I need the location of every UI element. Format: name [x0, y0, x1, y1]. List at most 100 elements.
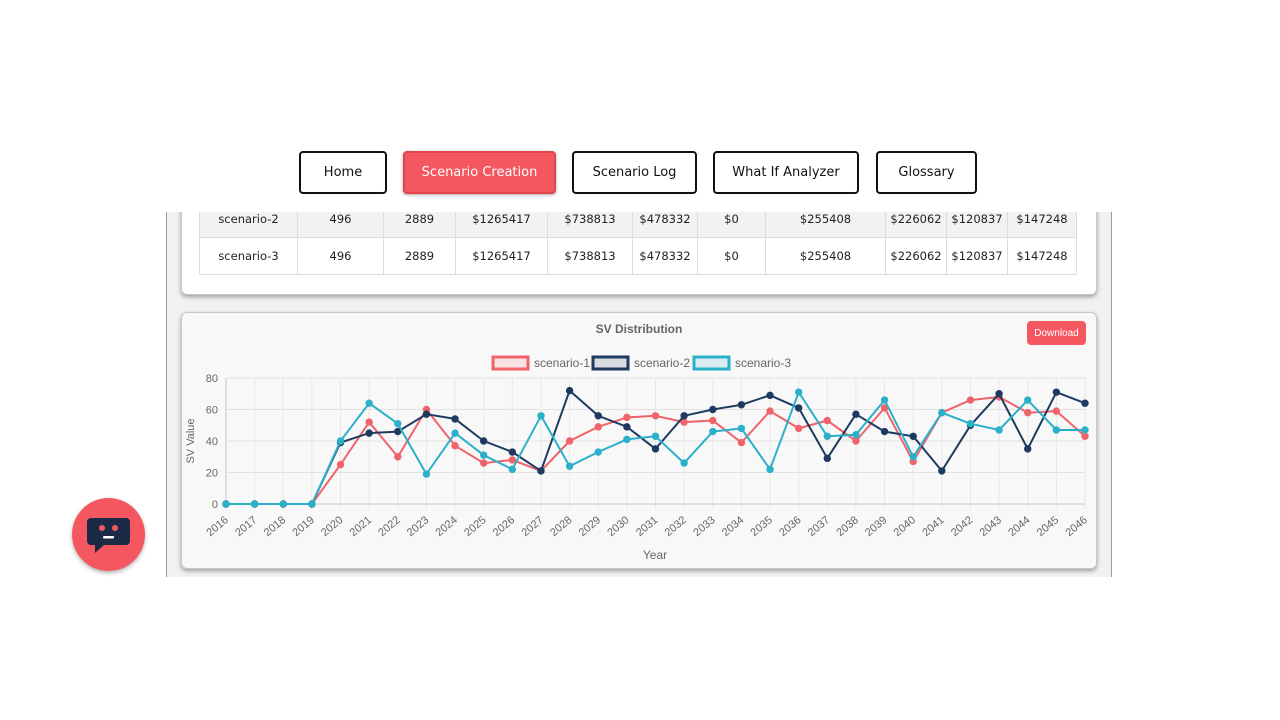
x-tick-label: 2035	[748, 514, 774, 539]
legend-label: scenario-1	[534, 356, 590, 370]
table-cell: 2889	[383, 237, 456, 275]
data-point	[250, 500, 259, 508]
data-point	[480, 437, 488, 445]
data-point	[709, 416, 717, 425]
table-cell: 2889	[383, 212, 456, 238]
data-point	[938, 467, 946, 475]
x-tick-label: 2034	[720, 514, 746, 539]
data-point	[1024, 445, 1032, 453]
data-point	[623, 423, 631, 431]
x-tick-label: 2026	[491, 514, 517, 539]
data-point	[680, 459, 688, 467]
chart-title: SV Distribution	[596, 322, 683, 336]
nav-scenario-log-button[interactable]: Scenario Log	[572, 151, 697, 194]
nav-home-button[interactable]: Home	[299, 151, 387, 194]
x-axis-title: Year	[643, 548, 667, 562]
y-tick-label: 20	[206, 468, 218, 480]
data-point	[537, 412, 545, 420]
x-tick-label: 2044	[1006, 514, 1032, 539]
nav-glossary-button[interactable]: Glossary	[876, 151, 977, 194]
data-point	[852, 410, 860, 418]
data-point	[594, 448, 602, 456]
x-tick-label: 2033	[691, 514, 717, 539]
data-point	[1024, 396, 1032, 404]
x-tick-label: 2039	[863, 514, 889, 539]
table-cell: $120837	[946, 212, 1008, 238]
table-cell: $226062	[885, 212, 947, 238]
data-point	[709, 427, 717, 436]
x-tick-label: 2043	[978, 514, 1004, 539]
data-point	[394, 419, 402, 428]
table-cell: $1265417	[455, 237, 548, 275]
chat-bubble-icon	[87, 518, 130, 553]
data-point	[880, 396, 889, 404]
data-point	[222, 500, 230, 508]
data-point	[451, 442, 459, 450]
table-cell: 496	[297, 237, 384, 275]
table-cell: $478332	[632, 212, 698, 238]
data-point	[966, 396, 975, 404]
data-point	[594, 412, 602, 420]
data-point	[794, 424, 803, 433]
table-cell: $255408	[765, 212, 886, 238]
data-point	[508, 465, 517, 474]
data-point	[279, 500, 287, 508]
data-point	[1081, 432, 1089, 440]
x-tick-label: 2022	[376, 514, 402, 539]
data-point	[651, 432, 660, 440]
content-viewport[interactable]: scenario-2 496 2889 $1265417 $738813 $478332 $…	[166, 212, 1112, 577]
legend-label: scenario-2	[634, 356, 690, 370]
data-point	[623, 435, 631, 444]
data-point	[1081, 399, 1089, 407]
data-point	[537, 467, 545, 475]
data-point	[565, 437, 574, 445]
x-tick-label: 2019	[290, 514, 316, 539]
x-tick-label: 2017	[233, 514, 259, 539]
table-cell: $147248	[1007, 212, 1077, 238]
download-button[interactable]: Download	[1027, 321, 1086, 345]
table-cell: scenario-2	[199, 212, 298, 238]
data-point	[852, 431, 860, 439]
legend-swatch	[491, 355, 530, 371]
data-point	[451, 429, 459, 437]
nav-what-if-analyzer-button[interactable]: What If Analyzer	[713, 151, 859, 194]
table-cell: $120837	[946, 237, 1008, 275]
chat-button[interactable]	[72, 498, 145, 571]
data-point	[565, 462, 574, 470]
y-tick-label: 60	[206, 405, 218, 417]
data-point	[909, 432, 917, 440]
x-tick-label: 2024	[434, 514, 460, 539]
y-tick-label: 0	[212, 499, 218, 511]
data-point	[1052, 426, 1061, 434]
data-point	[680, 412, 688, 420]
data-point	[823, 432, 831, 440]
data-point	[480, 451, 488, 459]
data-point	[794, 388, 803, 396]
y-axis-title: SV Value	[185, 418, 197, 463]
data-point	[651, 445, 660, 453]
table-cell: $738813	[547, 212, 633, 238]
x-tick-label: 2020	[319, 514, 345, 539]
nav-scenario-creation-button[interactable]: Scenario Creation	[403, 151, 556, 194]
y-tick-label: 80	[206, 373, 218, 385]
data-point	[852, 437, 860, 445]
x-tick-label: 2045	[1035, 514, 1061, 539]
table-cell: scenario-3	[199, 237, 298, 275]
x-tick-label: 2038	[834, 514, 860, 539]
data-point	[823, 416, 831, 425]
data-point	[365, 429, 373, 437]
data-point	[651, 412, 660, 420]
x-tick-label: 2031	[634, 514, 660, 539]
x-tick-label: 2041	[920, 514, 946, 539]
data-point	[1024, 408, 1032, 417]
x-tick-label: 2046	[1063, 514, 1089, 539]
data-point	[508, 448, 517, 456]
table-row: scenario-3 496 2889 $1265417 $738813 $478332 $…	[199, 237, 1077, 275]
legend-label: scenario-3	[735, 356, 791, 370]
data-point	[308, 500, 316, 508]
top-nav: Home Scenario Creation Scenario Log What…	[0, 151, 1280, 197]
data-point	[737, 438, 746, 447]
x-tick-label: 2042	[949, 514, 975, 539]
x-tick-label: 2021	[348, 514, 374, 539]
data-point	[336, 437, 345, 445]
